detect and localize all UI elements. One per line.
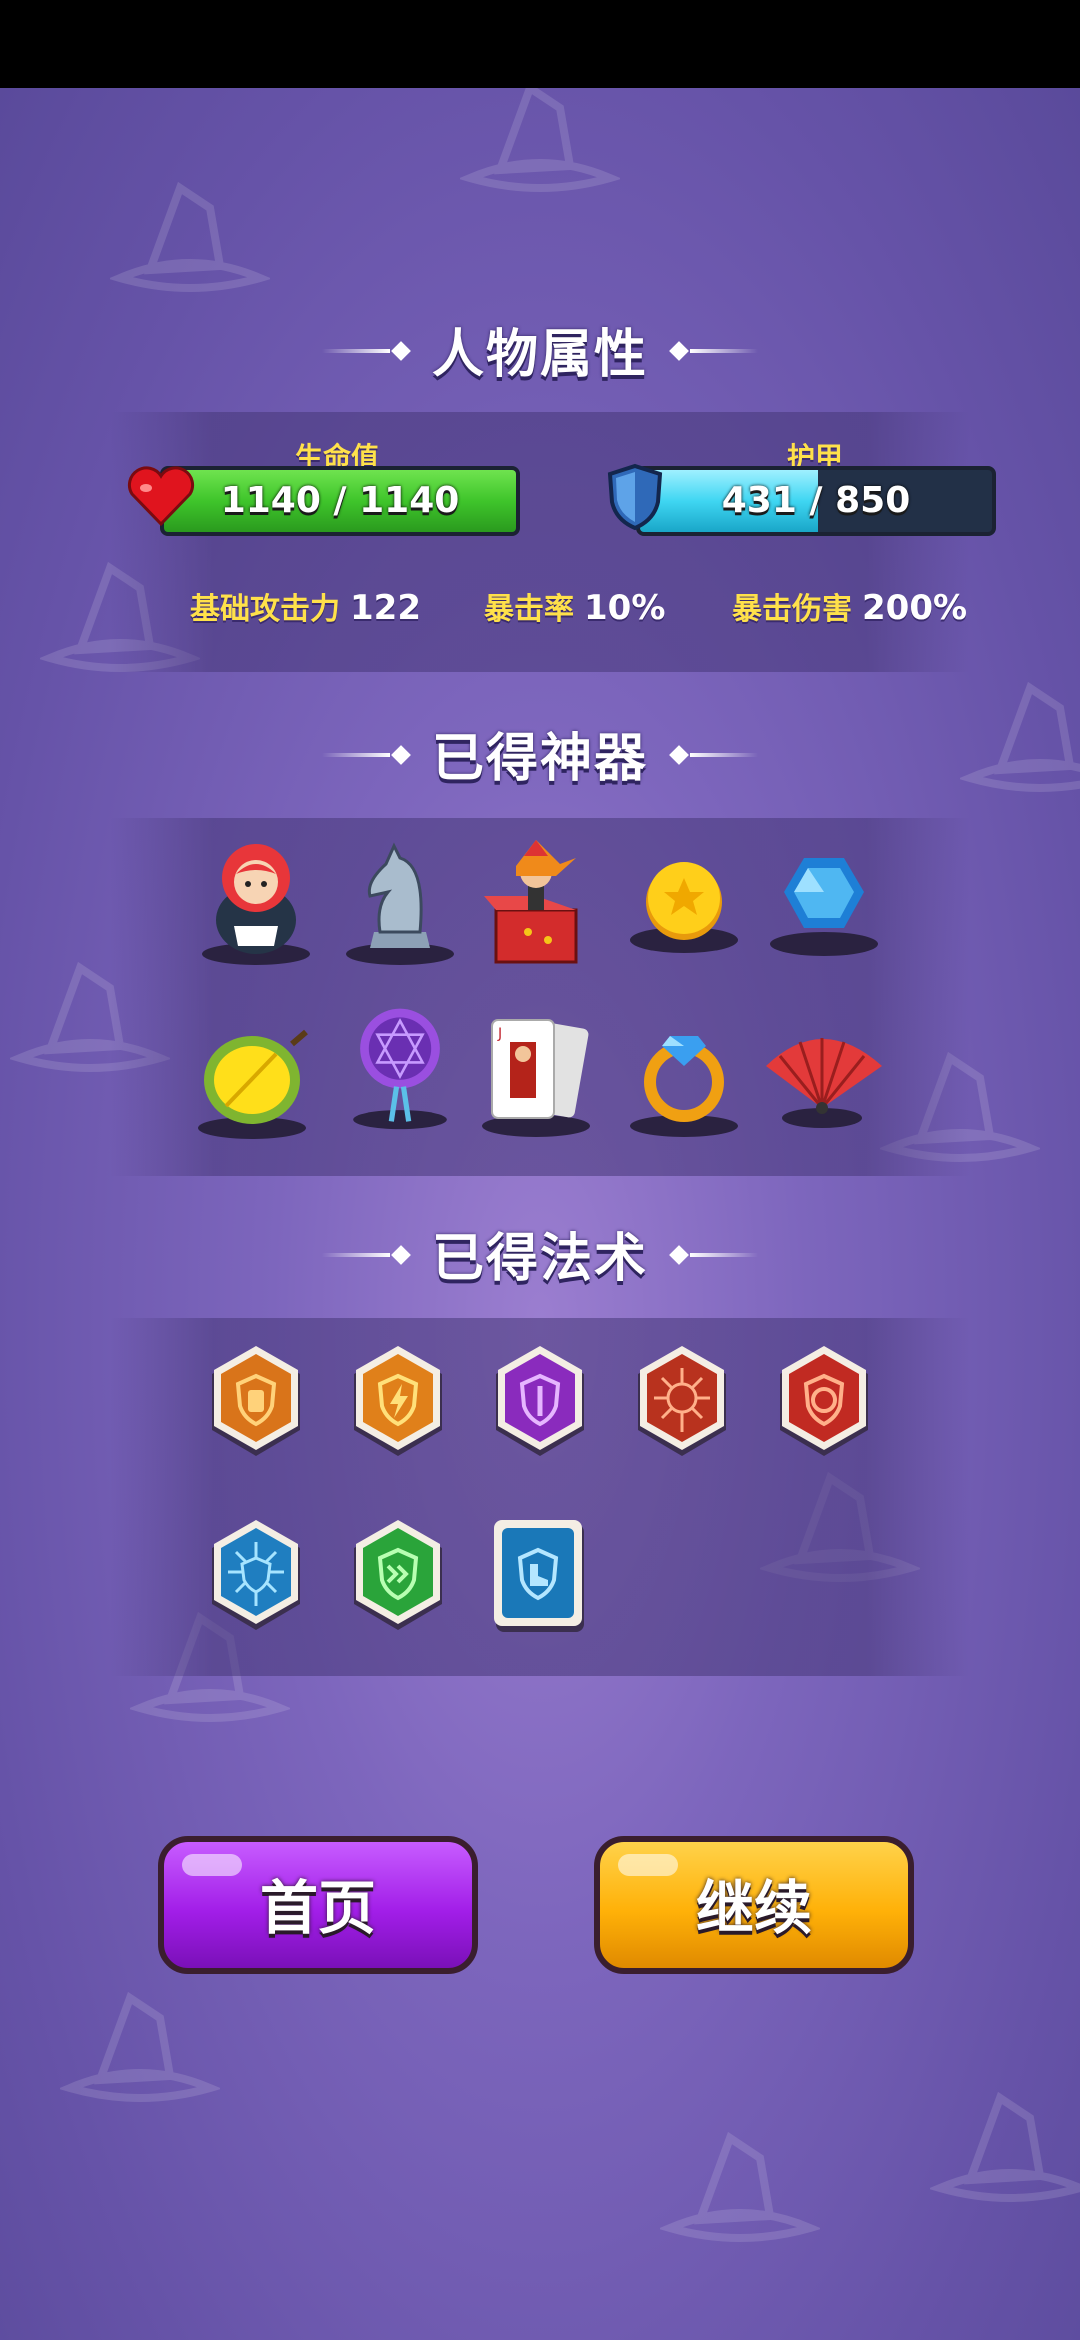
witch-hat-decoration-icon [110, 181, 270, 292]
jack-in-the-box-icon[interactable] [476, 836, 596, 966]
button-shine [618, 1854, 678, 1876]
base-attack-stat: 基础攻击力 122 [190, 584, 421, 628]
base-attack-label: 基础攻击力 [190, 592, 340, 627]
fire-burst-spell-icon[interactable] [632, 1344, 732, 1466]
folding-fan-icon[interactable] [760, 1012, 890, 1142]
artifacts-title: 已得神器 [431, 729, 648, 789]
durian-icon[interactable] [196, 1010, 316, 1140]
diamond-ring-icon[interactable] [624, 1010, 744, 1140]
crit-damage-stat: 暴击伤害 200% [732, 584, 967, 628]
dreamcatcher-icon[interactable] [340, 1000, 460, 1130]
svg-text:J: J [497, 1026, 502, 1042]
crit-rate-value: 10% [584, 588, 666, 628]
witch-hat-decoration-icon [460, 88, 620, 192]
shield-potion-spell-icon[interactable] [206, 1344, 306, 1466]
home-button[interactable]: 首页 [158, 1836, 478, 1974]
status-bar [0, 0, 1080, 88]
matryoshka-doll-icon[interactable] [196, 836, 316, 966]
fire-ring-spell-icon[interactable] [774, 1344, 874, 1466]
shield-icon [607, 463, 663, 531]
health-value: 1140 / 1140 [220, 480, 460, 521]
witch-hat-decoration-icon [660, 2131, 820, 2242]
health-bar: 1140 / 1140 [160, 466, 520, 536]
chess-knight-icon[interactable] [340, 836, 460, 966]
crit-damage-label: 暴击伤害 [732, 592, 852, 627]
purple-shield-spell-icon[interactable] [490, 1344, 590, 1466]
heart-icon [127, 466, 195, 527]
button-shine [182, 1854, 242, 1876]
continue-button[interactable]: 继续 [594, 1836, 914, 1974]
spells-title: 已得法术 [431, 1229, 648, 1289]
blue-gem-icon[interactable] [764, 836, 884, 966]
witch-hat-decoration-icon [60, 1991, 220, 2102]
lightning-shield-spell-icon[interactable] [348, 1344, 448, 1466]
crit-damage-value: 200% [862, 588, 968, 628]
base-attack-value: 122 [350, 588, 421, 628]
witch-hat-decoration-icon [930, 2091, 1080, 2202]
crit-rate-label: 暴击率 [484, 592, 574, 627]
continue-button-label: 继续 [695, 1874, 812, 1942]
gold-coin-icon[interactable] [624, 836, 744, 966]
attributes-title: 人物属性 [431, 325, 648, 385]
speed-shield-spell-icon[interactable] [348, 1518, 448, 1640]
playing-card-icon[interactable]: J [476, 1010, 596, 1140]
ice-shield-spell-icon[interactable] [206, 1518, 306, 1640]
crit-rate-stat: 暴击率 10% [484, 584, 665, 628]
armor-bar: 431 / 850 [636, 466, 996, 536]
armor-value: 431 / 850 [721, 480, 911, 521]
boot-shield-spell-icon[interactable] [490, 1518, 590, 1640]
home-button-label: 首页 [259, 1874, 376, 1942]
